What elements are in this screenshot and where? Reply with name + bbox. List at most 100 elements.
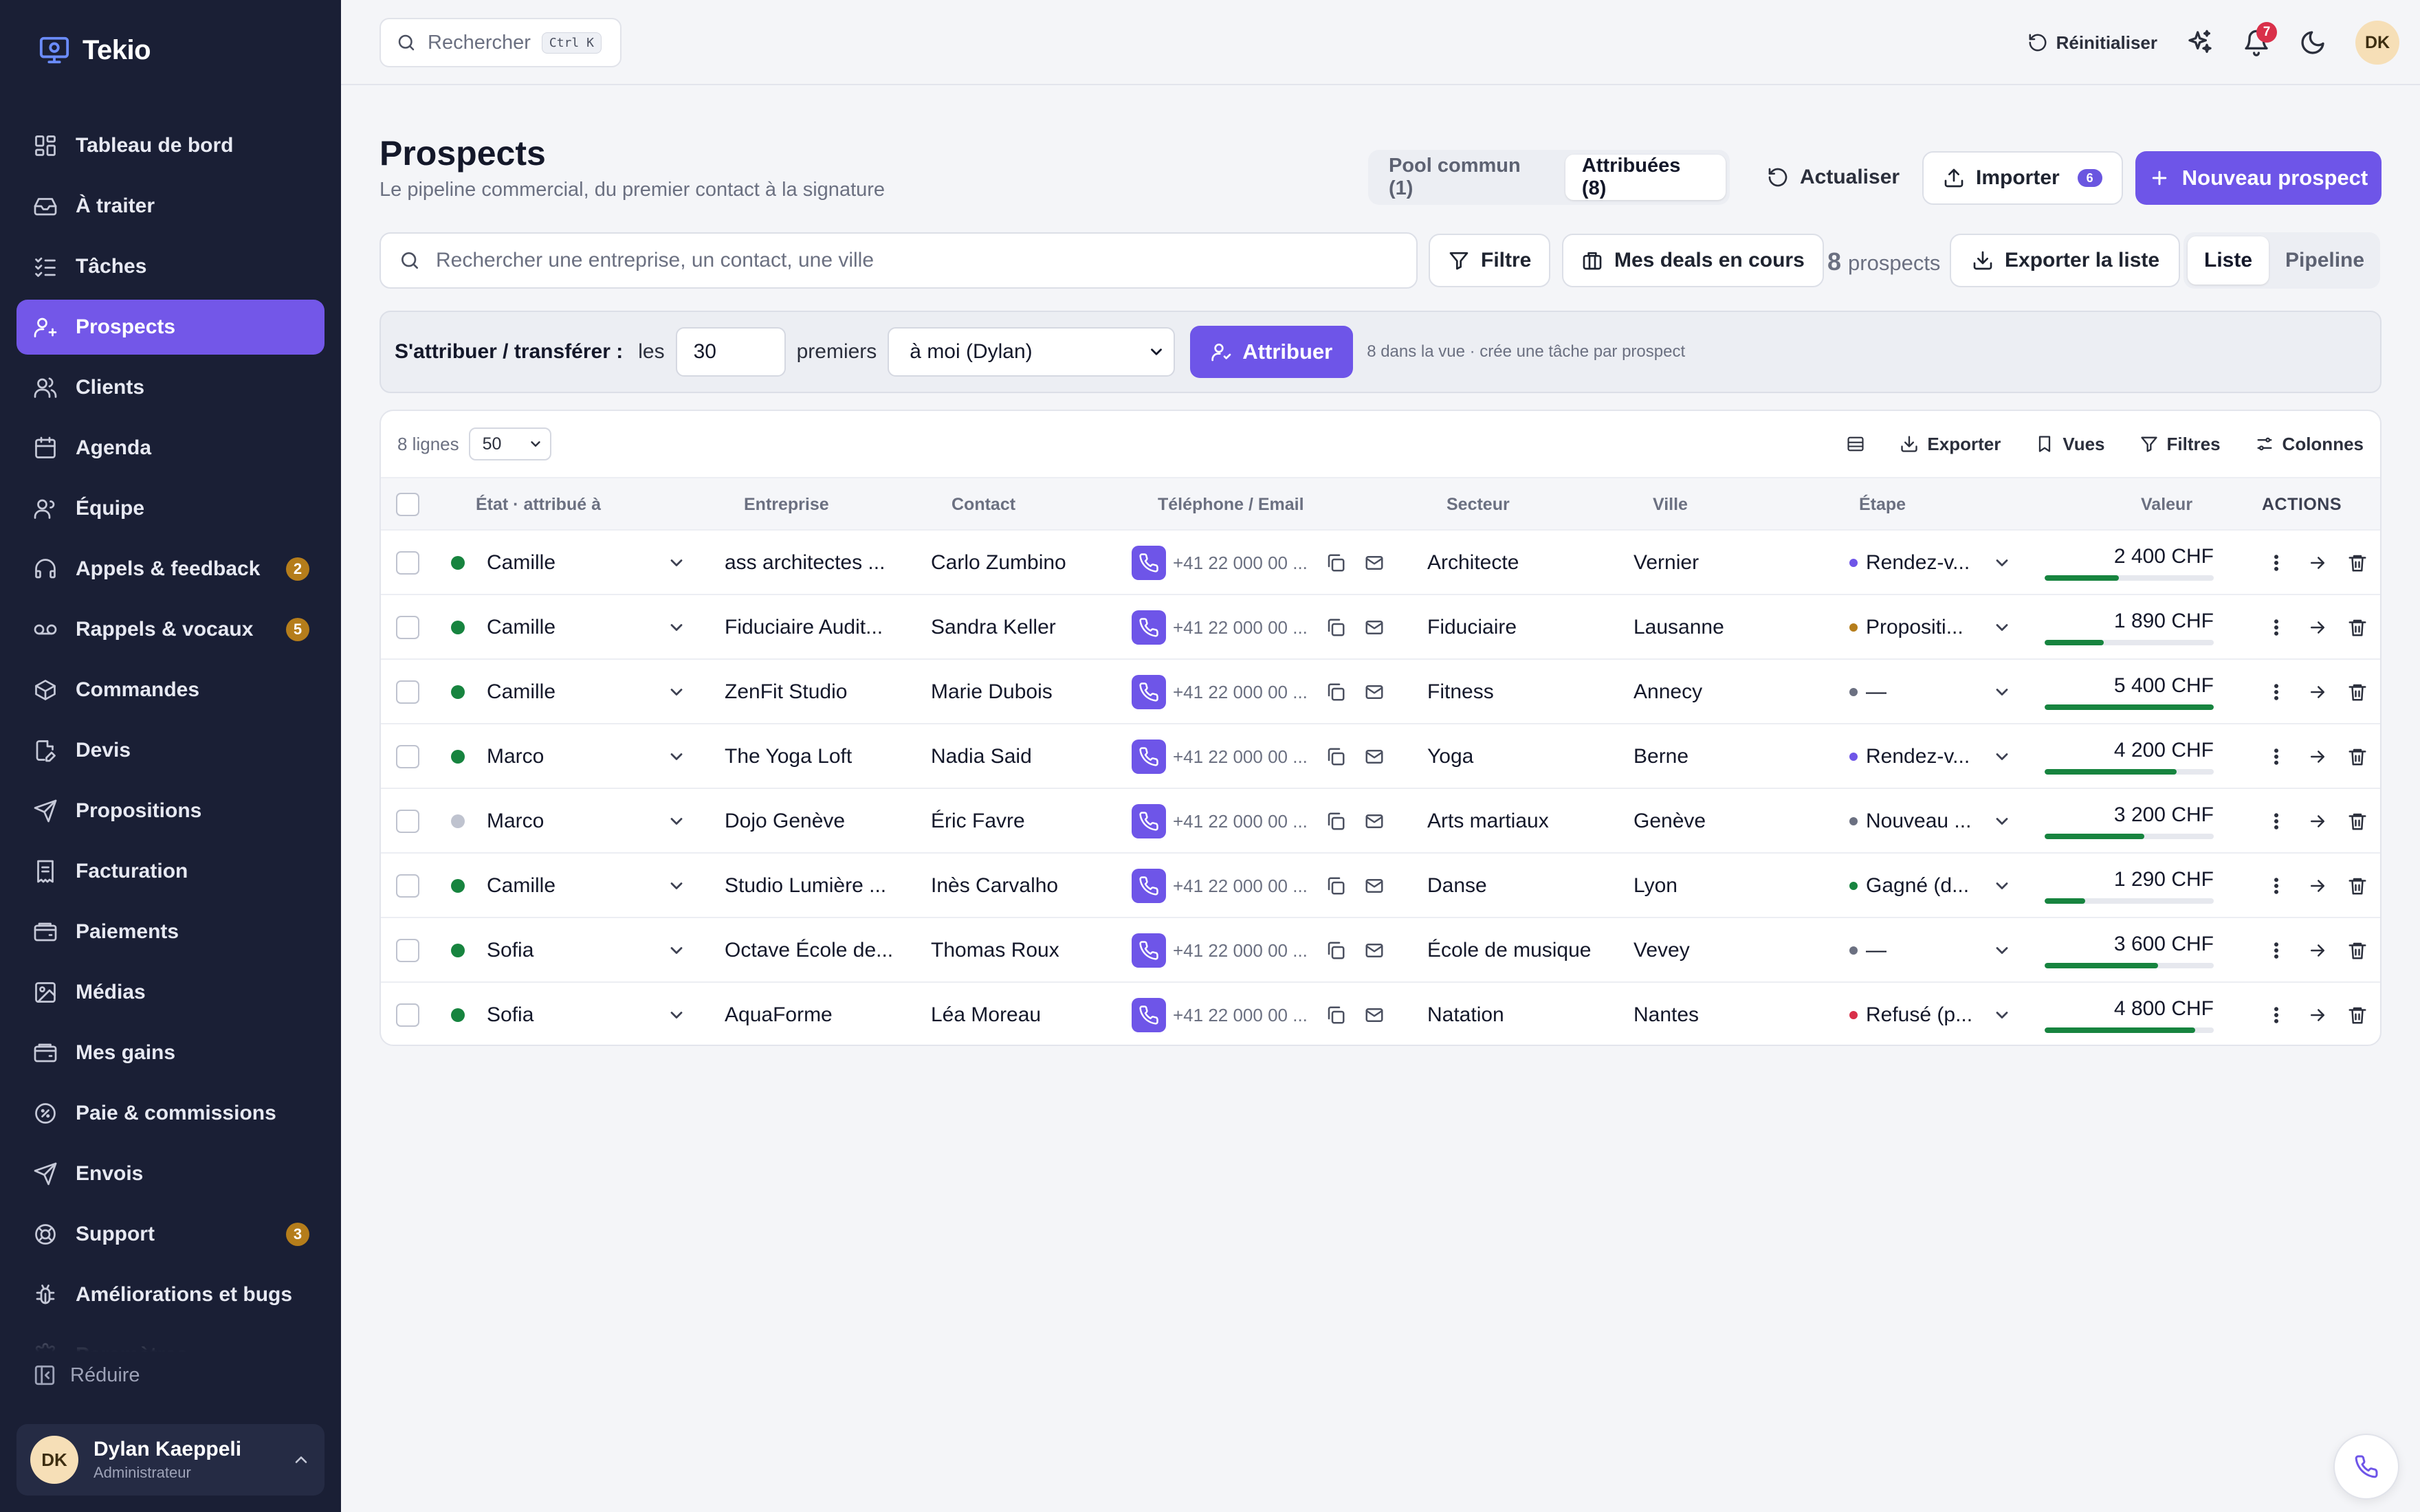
stage-select[interactable]: Gagné (d...: [1849, 854, 2012, 918]
table-row[interactable]: Camille ass architectes ... Carlo Zumbino +…: [381, 531, 2380, 595]
row-select[interactable]: [396, 531, 419, 595]
sidebar-item-propositions[interactable]: Propositions: [16, 783, 324, 838]
stage-select[interactable]: —: [1849, 918, 2012, 983]
delete-button[interactable]: [2347, 660, 2368, 724]
sidebar-item-facturation[interactable]: Facturation: [16, 844, 324, 899]
new-prospect-button[interactable]: Nouveau prospect: [2135, 151, 2382, 205]
stage-select[interactable]: Refusé (p...: [1849, 983, 2012, 1045]
sidebar-item-taches[interactable]: Tâches: [16, 239, 324, 294]
prospect-search-input[interactable]: Rechercher une entreprise, un contact, u…: [380, 232, 1418, 289]
sidebar-item-ameliorations-et-bugs[interactable]: Améliorations et bugs: [16, 1267, 324, 1322]
stage-select[interactable]: —: [1849, 660, 2012, 724]
owner-select[interactable]: Camille: [487, 531, 686, 595]
select-all-checkbox[interactable]: [396, 478, 419, 531]
stage-select[interactable]: Propositi...: [1849, 595, 2012, 660]
owner-select[interactable]: Camille: [487, 595, 686, 660]
table-row[interactable]: Camille Fiduciaire Audit... Sandra Keller +…: [381, 595, 2380, 660]
my-deals-button[interactable]: Mes deals en cours: [1562, 234, 1824, 287]
table-row[interactable]: Camille ZenFit Studio Marie Dubois +41 22 0…: [381, 660, 2380, 724]
more-button[interactable]: [2266, 660, 2287, 724]
copy-button[interactable]: [1326, 531, 1346, 595]
more-button[interactable]: [2266, 983, 2287, 1045]
contact-cell[interactable]: Léa Moreau: [931, 983, 1041, 1045]
checkbox[interactable]: [396, 680, 419, 704]
column-header-value[interactable]: Valeur: [2141, 478, 2192, 531]
filters-button[interactable]: Filtres: [2140, 434, 2221, 455]
copy-button[interactable]: [1326, 789, 1346, 854]
company-cell[interactable]: Fiduciaire Audit...: [725, 595, 910, 660]
sidebar-item-a-traiter[interactable]: À traiter: [16, 179, 324, 234]
delete-button[interactable]: [2347, 595, 2368, 660]
notifications-button[interactable]: 7: [2243, 22, 2277, 56]
sidebar-item-envois[interactable]: Envois: [16, 1146, 324, 1201]
stage-select[interactable]: Rendez-v...: [1849, 724, 2012, 789]
open-button[interactable]: [2307, 531, 2328, 595]
column-header-phone[interactable]: Téléphone / Email: [1158, 478, 1304, 531]
contact-cell[interactable]: Éric Favre: [931, 789, 1025, 854]
column-header-contact[interactable]: Contact: [952, 478, 1015, 531]
row-select[interactable]: [396, 918, 419, 983]
checkbox[interactable]: [396, 616, 419, 639]
open-button[interactable]: [2307, 854, 2328, 918]
table-row[interactable]: Camille Studio Lumière ... Inès Carvalho +4…: [381, 854, 2380, 918]
contact-cell[interactable]: Inès Carvalho: [931, 854, 1058, 918]
call-button[interactable]: [1132, 610, 1166, 645]
sidebar-item-support[interactable]: Support 3: [16, 1207, 324, 1262]
copy-button[interactable]: [1326, 918, 1346, 983]
checkbox[interactable]: [396, 1003, 419, 1027]
email-button[interactable]: [1364, 854, 1385, 918]
contact-cell[interactable]: Marie Dubois: [931, 660, 1053, 724]
owner-select[interactable]: Marco: [487, 724, 686, 789]
delete-button[interactable]: [2347, 854, 2368, 918]
owner-select[interactable]: Camille: [487, 660, 686, 724]
delete-button[interactable]: [2347, 983, 2368, 1045]
row-select[interactable]: [396, 660, 419, 724]
brand[interactable]: Tekio: [38, 34, 151, 66]
moon-icon[interactable]: [2299, 29, 2326, 56]
email-button[interactable]: [1364, 724, 1385, 789]
call-button[interactable]: [1132, 740, 1166, 774]
column-header-city[interactable]: Ville: [1653, 478, 1688, 531]
table-row[interactable]: Marco The Yoga Loft Nadia Said +41 22 000 0…: [381, 724, 2380, 789]
row-select[interactable]: [396, 983, 419, 1045]
company-cell[interactable]: Octave École de...: [725, 918, 910, 983]
more-button[interactable]: [2266, 918, 2287, 983]
checkbox[interactable]: [396, 874, 419, 898]
checkbox[interactable]: [396, 493, 419, 516]
stage-select[interactable]: Rendez-v...: [1849, 531, 2012, 595]
delete-button[interactable]: [2347, 918, 2368, 983]
export-list-button[interactable]: Exporter la liste: [1950, 234, 2181, 287]
density-button[interactable]: [1846, 434, 1865, 454]
sidebar-item-devis[interactable]: Devis: [16, 723, 324, 778]
company-cell[interactable]: Dojo Genève: [725, 789, 910, 854]
view-liste[interactable]: Liste: [2188, 236, 2269, 285]
row-select[interactable]: [396, 724, 419, 789]
global-search-input[interactable]: Rechercher Ctrl K: [380, 18, 622, 67]
tab-attribuees[interactable]: Attribuées (8): [1565, 155, 1726, 200]
delete-button[interactable]: [2347, 531, 2368, 595]
checkbox[interactable]: [396, 551, 419, 575]
assign-count-input[interactable]: 30: [675, 327, 786, 377]
user-menu[interactable]: DK Dylan Kaeppeli Administrateur: [16, 1424, 324, 1496]
import-button[interactable]: Importer 6: [1922, 151, 2123, 205]
delete-button[interactable]: [2347, 724, 2368, 789]
email-button[interactable]: [1364, 789, 1385, 854]
contact-cell[interactable]: Sandra Keller: [931, 595, 1056, 660]
row-select[interactable]: [396, 854, 419, 918]
sidebar-item-mes-gains[interactable]: Mes gains: [16, 1025, 324, 1080]
email-button[interactable]: [1364, 660, 1385, 724]
views-button[interactable]: Vues: [2035, 434, 2105, 455]
email-button[interactable]: [1364, 531, 1385, 595]
owner-select[interactable]: Camille: [487, 854, 686, 918]
email-button[interactable]: [1364, 918, 1385, 983]
contact-cell[interactable]: Carlo Zumbino: [931, 531, 1066, 595]
sidebar-item-rappels-vocaux[interactable]: Rappels & vocaux 5: [16, 602, 324, 657]
open-button[interactable]: [2307, 789, 2328, 854]
open-button[interactable]: [2307, 660, 2328, 724]
sidebar-item-equipe[interactable]: Équipe: [16, 481, 324, 536]
sidebar-item-paiements[interactable]: Paiements: [16, 904, 324, 959]
table-row[interactable]: Marco Dojo Genève Éric Favre +41 22 000 00 …: [381, 789, 2380, 854]
email-button[interactable]: [1364, 595, 1385, 660]
column-header-company[interactable]: Entreprise: [744, 478, 829, 531]
floating-call-button[interactable]: [2333, 1434, 2399, 1500]
